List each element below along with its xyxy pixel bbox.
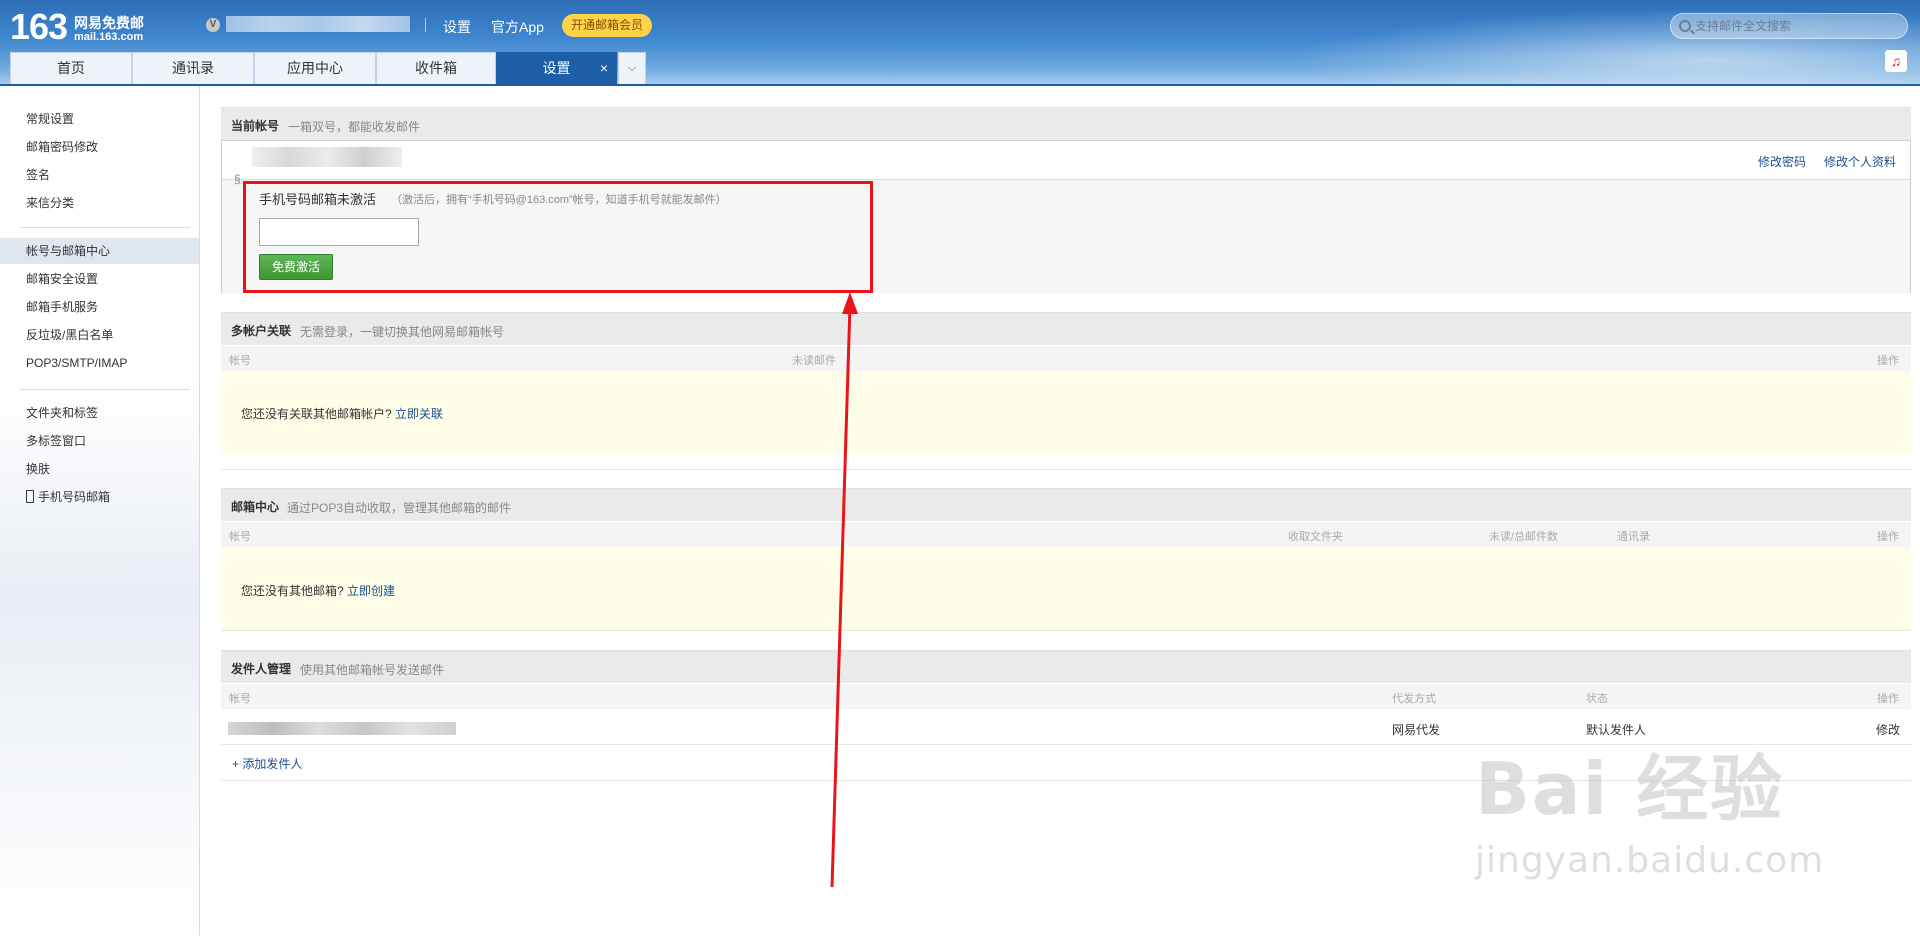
- current-account-header: 当前帐号 一箱双号，都能收发邮件: [221, 107, 1911, 140]
- create-now-button[interactable]: 立即创建: [347, 584, 395, 598]
- username-blurred[interactable]: [226, 16, 410, 32]
- activate-desc: （激活后，拥有“手机号码@163.com”帐号，知道手机号就能发邮件）: [391, 194, 727, 206]
- change-password-link[interactable]: 修改密码: [1758, 153, 1806, 170]
- col-account: 帐号: [229, 531, 251, 543]
- phone-mailbox-panel: § 手机号码邮箱未激活 （激活后，拥有“手机号码@163.com”帐号，知道手机…: [222, 172, 1910, 293]
- section-title: 发件人管理: [231, 662, 292, 676]
- col-contacts: 通讯录: [1617, 531, 1650, 543]
- section-desc: 通过POP3自动收取，管理其他邮箱的邮件: [287, 501, 512, 515]
- link-chain-icon: §: [234, 172, 241, 186]
- empty-text: 您还没有关联其他邮箱帐户?: [241, 407, 392, 421]
- sidebar-divider: [20, 227, 190, 228]
- watermark-logo: Bai 经验: [1475, 747, 1785, 831]
- activate-highlight-box: 手机号码邮箱未激活 （激活后，拥有“手机号码@163.com”帐号，知道手机号就…: [243, 181, 873, 293]
- sender-mgmt-header: 发件人管理 使用其他邮箱帐号发送邮件: [221, 650, 1911, 683]
- close-icon[interactable]: ×: [600, 53, 608, 84]
- col-folder: 收取文件夹: [1288, 531, 1343, 543]
- tab-underline: [0, 84, 1920, 86]
- col-status: 状态: [1586, 693, 1608, 705]
- sender-columns: 帐号 代发方式 状态 操作: [221, 684, 1911, 709]
- tab-settings-label: 设置: [542, 60, 571, 76]
- vip-badge-icon[interactable]: V: [206, 18, 220, 32]
- search-icon: [1679, 20, 1691, 32]
- watermark-url: jingyan.baidu.com: [1475, 840, 1825, 881]
- sidebar-item-antispam[interactable]: 反垃圾/黑白名单: [0, 322, 199, 348]
- tab-home[interactable]: 首页: [10, 52, 132, 84]
- sidebar-item-phone-mailbox[interactable]: 手机号码邮箱: [0, 484, 199, 510]
- current-account-box: 修改密码 修改个人资料 § 手机号码邮箱未激活 （激活后，拥有“手机号码@163…: [221, 140, 1911, 293]
- mailbox-center-columns: 帐号 收取文件夹 未读/总邮件数 通讯录 操作: [221, 522, 1911, 547]
- link-now-button[interactable]: 立即关联: [395, 407, 443, 421]
- account-name-blurred: [252, 147, 402, 167]
- col-method: 代发方式: [1392, 693, 1436, 705]
- sidebar-item-folders[interactable]: 文件夹和标签: [0, 400, 199, 426]
- sidebar-item-filters[interactable]: 来信分类: [0, 190, 199, 216]
- logo-name: 网易免费邮: [74, 15, 144, 31]
- sidebar-item-account-center[interactable]: 帐号与邮箱中心: [0, 238, 199, 264]
- col-account: 帐号: [229, 693, 251, 705]
- mail-search[interactable]: [1670, 13, 1908, 39]
- sidebar-item-password[interactable]: 邮箱密码修改: [0, 134, 199, 160]
- section-title: 邮箱中心: [231, 500, 280, 514]
- multi-account-empty: 您还没有关联其他邮箱帐户? 立即关联: [221, 371, 1911, 453]
- header-settings-link[interactable]: 设置: [443, 17, 471, 37]
- phone-icon: [26, 490, 34, 503]
- empty-text: 您还没有其他邮箱?: [241, 584, 344, 598]
- edit-profile-link[interactable]: 修改个人资料: [1824, 153, 1896, 170]
- sidebar-item-skin[interactable]: 换肤: [0, 456, 199, 482]
- empty-message: 您还没有关联其他邮箱帐户? 立即关联: [241, 405, 443, 422]
- tab-apps[interactable]: 应用中心: [254, 52, 376, 84]
- divider: [221, 469, 1911, 470]
- tab-contacts[interactable]: 通讯录: [132, 52, 254, 84]
- tab-settings[interactable]: 设置 ×: [496, 52, 617, 84]
- tab-inbox[interactable]: 收件箱: [376, 52, 496, 84]
- multi-account-columns: 帐号 未读邮件 操作: [221, 346, 1911, 371]
- header-app-link[interactable]: 官方App: [491, 17, 544, 37]
- section-desc: 一箱双号，都能收发邮件: [288, 120, 421, 134]
- sender-account-blurred: [228, 722, 456, 735]
- sender-method: 网易代发: [1392, 723, 1441, 737]
- logo-domain: mail.163.com: [74, 31, 144, 43]
- free-activate-button[interactable]: 免费激活: [259, 254, 333, 280]
- section-desc: 无需登录，一键切换其他网易邮箱帐号: [300, 325, 505, 339]
- mailbox-center-empty: 您还没有其他邮箱? 立即创建: [221, 547, 1911, 631]
- header-separator: [425, 18, 426, 32]
- sidebar-item-mobile-service[interactable]: 邮箱手机服务: [0, 294, 199, 320]
- section-desc: 使用其他邮箱帐号发送邮件: [300, 663, 445, 677]
- sidebar-item-signature[interactable]: 签名: [0, 162, 199, 188]
- sidebar-item-security[interactable]: 邮箱安全设置: [0, 266, 199, 292]
- settings-sidebar: 常规设置 邮箱密码修改 签名 来信分类 帐号与邮箱中心 邮箱安全设置 邮箱手机服…: [0, 86, 200, 936]
- section-title: 当前帐号: [231, 119, 280, 133]
- col-unread: 未读邮件: [792, 355, 836, 367]
- open-vip-button[interactable]: 开通邮箱会员: [562, 14, 652, 37]
- sidebar-divider: [20, 389, 190, 390]
- section-title: 多帐户关联: [231, 324, 292, 338]
- empty-message: 您还没有其他邮箱? 立即创建: [241, 582, 395, 599]
- sidebar-item-pop3[interactable]: POP3/SMTP/IMAP: [0, 350, 199, 376]
- sidebar-item-general[interactable]: 常规设置: [0, 106, 199, 132]
- col-action: 操作: [1877, 531, 1899, 543]
- sidebar-item-label: 手机号码邮箱: [38, 490, 111, 504]
- edit-sender-link[interactable]: 修改: [1876, 721, 1900, 738]
- search-input[interactable]: [1695, 14, 1900, 38]
- add-sender-link[interactable]: + 添加发件人: [232, 755, 302, 772]
- phone-number-input[interactable]: [259, 218, 419, 246]
- music-icon[interactable]: ♫: [1885, 50, 1907, 72]
- sidebar-item-multitab[interactable]: 多标签窗口: [0, 428, 199, 454]
- activate-title: 手机号码邮箱未激活: [259, 192, 377, 207]
- col-account: 帐号: [229, 355, 251, 367]
- baidu-watermark: Bai 经验 jingyan.baidu.com: [1475, 730, 1825, 900]
- chevron-down-icon[interactable]: ⌵: [618, 52, 646, 84]
- logo-163[interactable]: 163: [10, 6, 68, 48]
- mailbox-center-header: 邮箱中心 通过POP3自动收取，管理其他邮箱的邮件: [221, 488, 1911, 521]
- col-action: 操作: [1877, 693, 1899, 705]
- tab-bar: 首页 通讯录 应用中心 收件箱 设置 × ⌵: [0, 52, 1920, 85]
- col-action: 操作: [1877, 355, 1899, 367]
- multi-account-header: 多帐户关联 无需登录，一键切换其他网易邮箱帐号: [221, 312, 1911, 345]
- col-unread-total: 未读/总邮件数: [1489, 531, 1559, 543]
